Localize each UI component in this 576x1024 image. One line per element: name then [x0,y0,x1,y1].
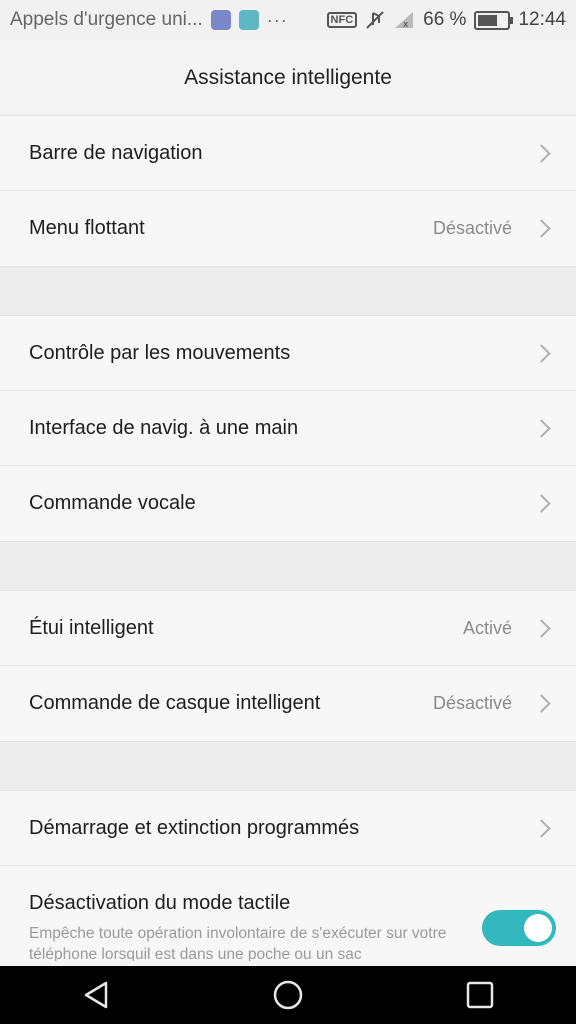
chevron-right-icon [532,343,551,363]
setting-motion-control[interactable]: Contrôle par les mouvements [0,316,576,391]
system-navigation-bar [0,966,576,1024]
group-divider [0,541,576,591]
setting-label: Commande vocale [29,492,196,514]
setting-label: Désactivation du mode tactile [29,892,291,914]
settings-group-3: Étui intelligent Activé Commande de casq… [0,591,576,741]
chevron-right-icon [532,143,551,163]
setting-label: Barre de navigation [29,141,203,164]
setting-label: Étui intelligent [29,616,154,639]
group-divider [0,741,576,791]
setting-label: Menu flottant [29,217,145,239]
gallery-notification-icon [238,10,259,30]
setting-description: Empêche toute opération involontaire de … [29,925,447,961]
settings-group-2: Contrôle par les mouvements Interface de… [0,316,576,541]
setting-navigation-bar[interactable]: Barre de navigation [0,116,576,191]
back-button[interactable] [66,966,126,1024]
setting-status: Désactivé [432,218,512,238]
setting-scheduled-power[interactable]: Démarrage et extinction programmés [0,791,576,866]
setting-voice-control[interactable]: Commande vocale [0,466,576,541]
chevron-right-icon [532,494,551,513]
toggle-knob [524,914,552,942]
settings-group-4: Démarrage et extinction programmés Désac… [0,791,576,961]
notification-text: Appels d'urgence uni... [10,9,203,30]
setting-status: Désactivé [432,693,512,713]
chevron-right-icon [532,219,551,238]
setting-label: Démarrage et extinction programmés [29,816,360,839]
setting-label: Contrôle par les mouvements [29,341,291,364]
setting-floating-menu[interactable]: Menu flottant Désactivé [0,191,576,266]
setting-pocket-mode[interactable]: Désactivation du mode tactile Empêche to… [0,866,576,961]
signal-icon: x [395,12,414,30]
chevron-right-icon [532,694,551,713]
home-icon [273,980,303,1010]
chevron-right-icon [532,618,551,638]
home-button[interactable] [258,966,318,1024]
nfc-icon: NFC [326,12,358,28]
setting-one-hand-ui[interactable]: Interface de navig. à une main [0,391,576,466]
setting-text: Désactivation du mode tactile Empêche to… [29,892,469,961]
status-bar: Appels d'urgence uni... ··· NFC x 66 % 1… [0,0,576,40]
recents-icon [466,981,494,1009]
setting-label: Commande de casque intelligent [29,692,321,714]
battery-icon [474,10,514,30]
settings-list: Barre de navigation Menu flottant Désact… [0,116,576,961]
settings-group-1: Barre de navigation Menu flottant Désact… [0,116,576,266]
group-divider [0,266,576,316]
chevron-right-icon [532,818,551,838]
page-header: Assistance intelligente [0,40,576,116]
setting-status: Activé [462,617,512,638]
setting-smart-headset[interactable]: Commande de casque intelligent Désactivé [0,666,576,741]
setting-label: Interface de navig. à une main [29,416,299,439]
pocket-mode-toggle[interactable] [482,910,556,946]
setting-smart-cover[interactable]: Étui intelligent Activé [0,591,576,666]
more-notifications-icon: ··· [266,9,288,30]
recents-button[interactable] [450,966,510,1024]
page-title: Assistance intelligente [184,65,392,89]
chevron-right-icon [532,418,551,438]
mute-icon [366,11,384,29]
back-icon [84,981,108,1009]
svg-text:x: x [403,20,409,30]
clock: 12:44 [518,9,566,30]
battery-percent: 66 % [423,9,467,30]
app-notification-icon [210,10,231,30]
